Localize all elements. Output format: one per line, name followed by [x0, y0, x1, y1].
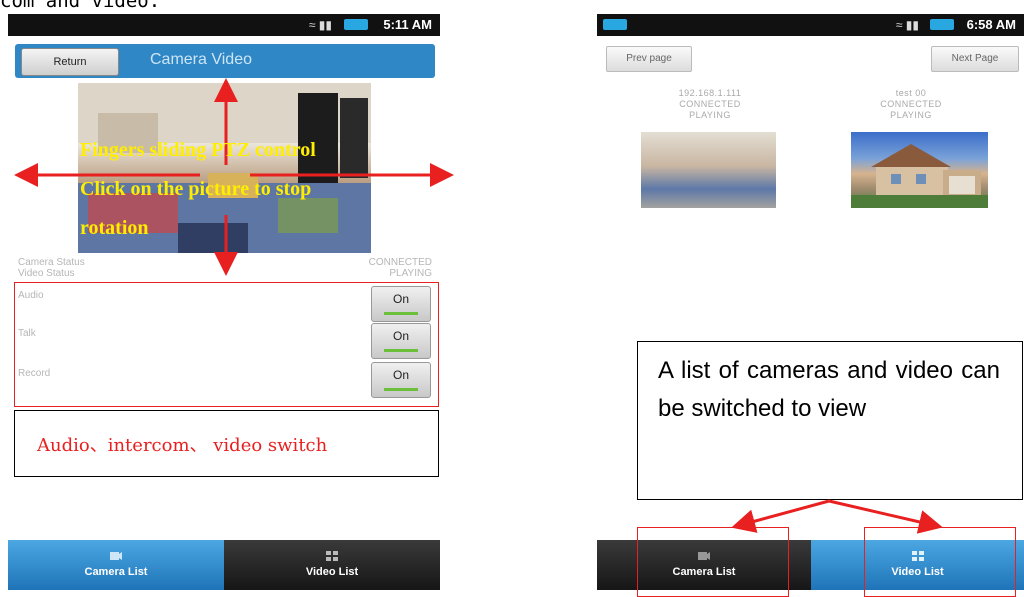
toggle-indicator [384, 349, 418, 352]
grid-icon [326, 551, 338, 561]
camera-status-label: Camera Status [18, 257, 85, 268]
ptz-annotation-line3: rotation [80, 217, 149, 239]
tab-video-list[interactable]: Video List [224, 540, 440, 590]
tab-video-list-label: Video List [305, 566, 359, 578]
toggle-indicator [384, 312, 418, 315]
camera-list-icon [110, 552, 122, 560]
page-title: Camera Video [150, 51, 252, 68]
next-page-button[interactable]: Next Page [931, 46, 1019, 72]
status-time: 5:11 AM [383, 17, 432, 32]
video-status-value: PLAYING [389, 268, 432, 279]
camera-item-2-info: test 00 CONNECTED PLAYING [846, 88, 976, 121]
camera-item-1-info: 192.168.1.111 CONNECTED PLAYING [645, 88, 775, 121]
audio-toggle-button[interactable]: On [371, 286, 431, 322]
camera-thumbnail-1[interactable] [641, 132, 776, 208]
ptz-annotation-line2: Click on the picture to stop [80, 178, 312, 200]
caption-text: com and video. [0, 0, 161, 12]
camera-play-status: PLAYING [689, 110, 731, 120]
camera-name: test 00 [895, 88, 927, 98]
camera-name: 192.168.1.111 [678, 88, 742, 98]
camera-status: CONNECTED [679, 99, 741, 109]
status-bar-left: ≈ ▮▮ 5:11 AM [8, 14, 440, 36]
audio-toggle-label: On [392, 292, 409, 306]
audio-label: Audio [18, 290, 44, 301]
talk-toggle-button[interactable]: On [371, 323, 431, 359]
status-time: 6:58 AM [966, 17, 1016, 32]
list-note-text: A list of cameras and video can be switc… [658, 357, 1000, 422]
battery-icon [344, 19, 368, 30]
battery-icon [930, 19, 954, 30]
tab-bar-left: Camera List Video List [8, 540, 440, 590]
camera-thumbnail-2[interactable] [851, 132, 988, 208]
prev-page-button[interactable]: Prev page [606, 46, 692, 72]
switch-note-text: Audio、intercom、 video switch [37, 435, 328, 456]
signal-icons: ≈ ▮▮ [308, 18, 332, 32]
record-label: Record [18, 368, 51, 379]
status-bar-right: ≈ ▮▮ 6:58 AM [597, 14, 1024, 36]
battery-icon [603, 19, 627, 30]
camera-status: CONNECTED [880, 99, 942, 109]
record-toggle-label: On [392, 368, 409, 382]
tab-camera-list-label: Camera List [84, 566, 148, 578]
house-image [851, 144, 988, 208]
record-toggle-button[interactable]: On [371, 362, 431, 398]
camera-play-status: PLAYING [890, 110, 932, 120]
toggle-indicator [384, 388, 418, 391]
switch-note-box: Audio、intercom、 video switch [14, 410, 439, 477]
video-status-label: Video Status [18, 268, 75, 279]
list-note-box: A list of cameras and video can be switc… [637, 341, 1023, 500]
camera-status-value: CONNECTED [368, 257, 432, 268]
tab-camera-list[interactable]: Camera List [8, 540, 224, 590]
video-list-tab-highlight [864, 527, 1016, 597]
ptz-annotation-line1: Fingers sliding PTZ control [80, 139, 316, 161]
talk-toggle-label: On [392, 329, 409, 343]
signal-icons: ≈ ▮▮ [895, 18, 919, 32]
talk-label: Talk [18, 328, 36, 339]
camera-list-tab-highlight [637, 527, 789, 597]
